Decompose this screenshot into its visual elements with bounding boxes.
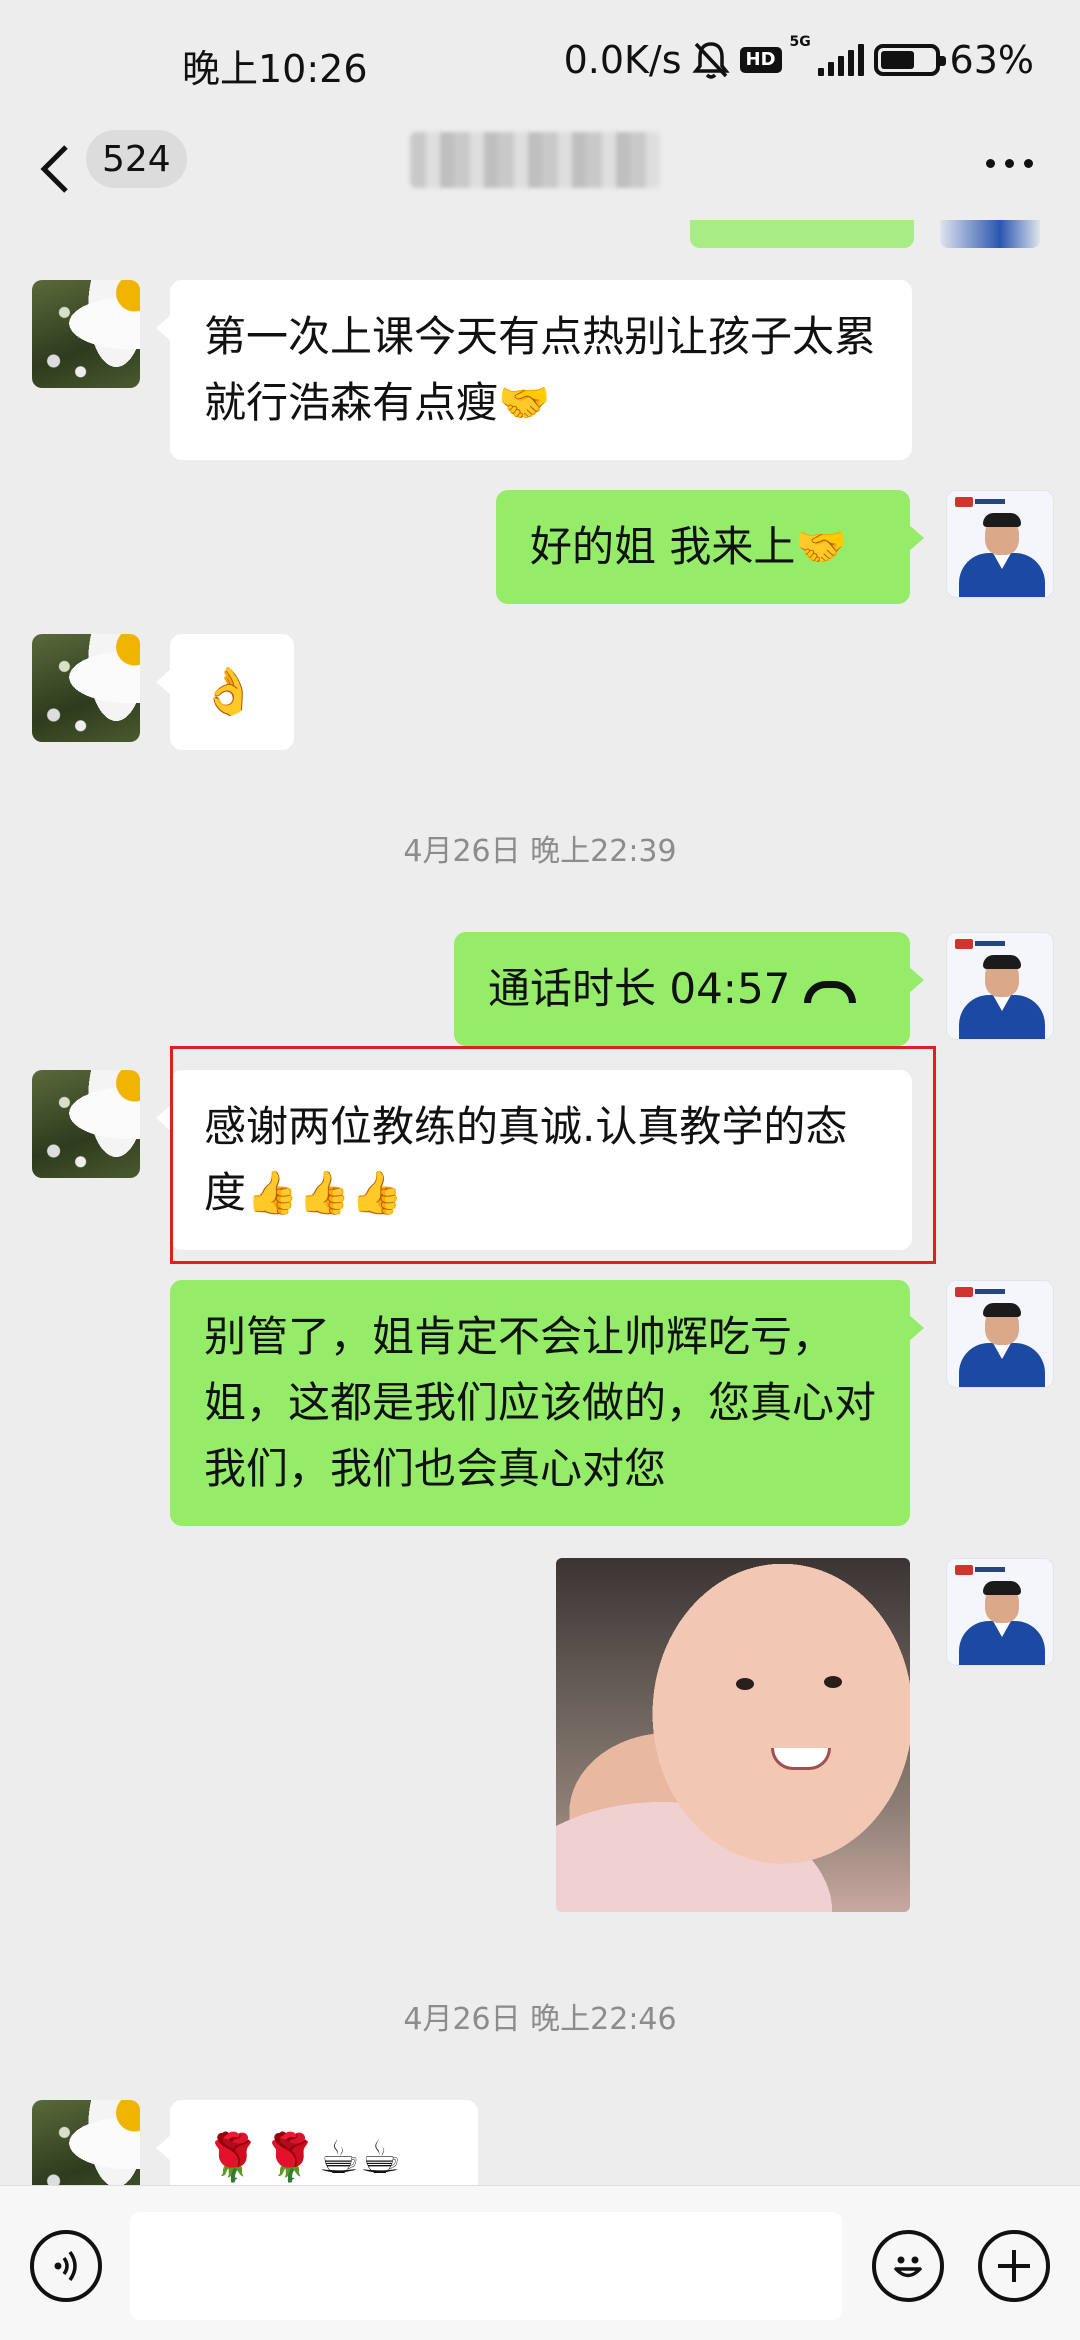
chat-title-blurred xyxy=(410,132,660,188)
network-speed: 0.0K/s xyxy=(563,38,682,82)
message-text: 👌 xyxy=(200,664,258,718)
battery-icon xyxy=(873,44,946,76)
back-button[interactable] xyxy=(30,134,80,204)
message-text: 第一次上课今天有点热别让孩子太累就行浩森有点瘦🤝 xyxy=(204,312,877,427)
hd-badge: HD xyxy=(739,47,782,73)
message-bubble-incoming[interactable]: 第一次上课今天有点热别让孩子太累就行浩森有点瘦🤝 xyxy=(156,280,912,460)
chat-header: 524 xyxy=(0,120,1080,220)
message-input[interactable] xyxy=(130,2212,842,2320)
message-text: 好的姐 我来上🤝 xyxy=(530,522,848,571)
bell-off-icon xyxy=(691,42,730,79)
highlight-annotation-box xyxy=(170,1046,936,1264)
partial-message-bubble xyxy=(690,220,914,248)
voice-button[interactable] xyxy=(30,2230,102,2302)
my-avatar[interactable] xyxy=(946,490,1054,598)
contact-avatar[interactable] xyxy=(32,2100,140,2185)
message-bubble-incoming[interactable]: 🌹🌹☕☕ xyxy=(156,2100,478,2185)
input-bar xyxy=(0,2185,1080,2340)
message-text: 别管了，姐肯定不会让帅辉吃亏，姐，这都是我们应该做的，您真心对我们，我们也会真心… xyxy=(204,1312,877,1493)
unread-count-badge[interactable]: 524 xyxy=(86,130,187,188)
signal-label: 5G xyxy=(789,34,811,50)
battery-percent: 63% xyxy=(949,38,1034,82)
status-indicators: 0.0K/s HD 5G 63% xyxy=(563,34,1034,84)
my-avatar[interactable] xyxy=(946,932,1054,1040)
voice-wave-icon xyxy=(54,2250,77,2282)
message-bubble-outgoing[interactable]: 好的姐 我来上🤝 xyxy=(496,490,924,604)
chat-messages[interactable]: 第一次上课今天有点热别让孩子太累就行浩森有点瘦🤝 好的姐 我来上🤝 👌 4月26… xyxy=(0,220,1080,2185)
message-text: 🌹🌹☕☕ xyxy=(204,2130,402,2184)
more-button[interactable] xyxy=(974,138,1044,188)
image-message[interactable] xyxy=(556,1558,910,1912)
call-record-bubble[interactable]: 通话时长 04:57 xyxy=(454,932,924,1046)
message-bubble-outgoing[interactable]: 别管了，姐肯定不会让帅辉吃亏，姐，这都是我们应该做的，您真心对我们，我们也会真心… xyxy=(170,1280,924,1526)
message-timestamp: 4月26日 晚上22:46 xyxy=(403,2002,677,2037)
contact-avatar[interactable] xyxy=(32,280,140,388)
smiley-icon xyxy=(894,2256,922,2278)
call-duration-text: 通话时长 04:57 xyxy=(488,964,791,1013)
status-time: 晚上10:26 xyxy=(182,47,368,91)
emoji-button[interactable] xyxy=(872,2230,944,2302)
status-bar: 晚上10:26 0.0K/s HD 5G 63% xyxy=(0,0,1080,120)
chevron-left-icon xyxy=(40,145,68,193)
plus-icon xyxy=(998,2250,1030,2282)
more-horizontal-icon xyxy=(985,158,995,168)
partial-avatar xyxy=(940,220,1040,248)
more-actions-button[interactable] xyxy=(978,2230,1050,2302)
contact-avatar[interactable] xyxy=(32,634,140,742)
phone-hangup-icon xyxy=(804,980,857,1003)
message-timestamp: 4月26日 晚上22:39 xyxy=(403,834,677,869)
message-bubble-incoming[interactable]: 👌 xyxy=(156,634,294,750)
contact-avatar[interactable] xyxy=(32,1070,140,1178)
my-avatar[interactable] xyxy=(946,1280,1054,1388)
my-avatar[interactable] xyxy=(946,1558,1054,1666)
signal-icon: 5G xyxy=(790,34,864,76)
